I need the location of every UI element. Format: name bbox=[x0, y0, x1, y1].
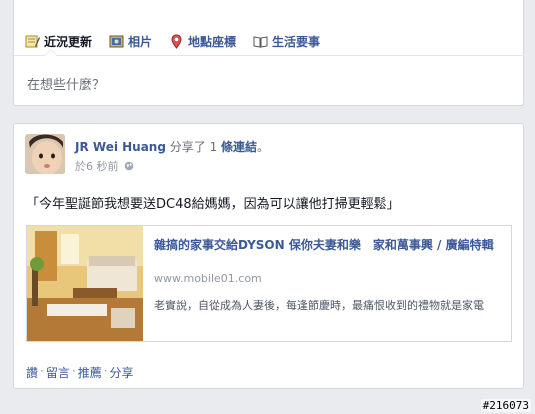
post-meta: 於 6 秒前 bbox=[75, 158, 134, 174]
recommend-link[interactable]: 推薦 bbox=[78, 364, 102, 381]
globe-icon[interactable] bbox=[124, 161, 134, 171]
share-link[interactable]: 分享 bbox=[110, 364, 134, 381]
tab-photo-label: 相片 bbox=[128, 35, 153, 49]
location-pin-icon bbox=[171, 34, 182, 49]
link-description: 老實說，自從成為人妻後，每逢節慶時，最痛恨收到的禮物就是家電 bbox=[154, 299, 484, 312]
timestamp[interactable]: 6 秒前 bbox=[86, 158, 119, 174]
post-card: JR Wei Huang 分享了 1 條連結。 於 6 秒前 「今年聖誕節我想要… bbox=[13, 123, 524, 389]
post-header: JR Wei Huang 分享了 1 條連結。 bbox=[75, 138, 269, 155]
action-separator: · bbox=[103, 364, 108, 378]
author-name[interactable]: JR Wei Huang bbox=[75, 140, 166, 154]
tab-life-event-label: 生活要事 bbox=[272, 35, 321, 49]
book-icon bbox=[253, 36, 268, 48]
shared-link-word[interactable]: 條連結 bbox=[221, 140, 257, 154]
tab-location-label: 地點座標 bbox=[188, 35, 237, 49]
photo-icon bbox=[109, 35, 124, 48]
living-room-image bbox=[27, 226, 143, 341]
tab-divider bbox=[14, 55, 525, 56]
link-title[interactable]: 雜搞的家事交給DYSON 保你夫妻和樂 家和萬事興 / 廣編特輯 bbox=[154, 238, 504, 253]
composer-input[interactable]: 在想些什麼？ bbox=[27, 74, 105, 93]
status-icon bbox=[25, 35, 40, 48]
avatar-image bbox=[25, 134, 65, 174]
tab-life-event[interactable]: 生活要事 bbox=[253, 27, 320, 56]
tab-status-update-label: 近況更新 bbox=[44, 35, 93, 49]
tab-status-update[interactable]: 近況更新 bbox=[25, 27, 92, 56]
link-thumbnail[interactable] bbox=[27, 226, 143, 341]
link-preview[interactable]: 雜搞的家事交給DYSON 保你夫妻和樂 家和萬事興 / 廣編特輯 www.mob… bbox=[26, 225, 512, 342]
active-tab-pointer bbox=[44, 49, 58, 56]
action-separator: · bbox=[71, 364, 76, 378]
comment-link[interactable]: 留言 bbox=[46, 364, 70, 381]
tab-location[interactable]: 地點座標 bbox=[169, 27, 236, 56]
timestamp-prefix: 於 bbox=[75, 160, 86, 173]
post-text: 「今年聖誕節我想要送DC48給媽媽，因為可以讓他打掃更輕鬆」 bbox=[26, 197, 400, 212]
post-actions: 讚 · 留言 · 推薦 · 分享 bbox=[26, 364, 134, 381]
like-link[interactable]: 讚 bbox=[26, 364, 38, 381]
action-separator: · bbox=[40, 364, 44, 378]
post-action-text: 分享了 1 bbox=[165, 140, 222, 154]
composer-card: 近況更新 相片 地點座標 生活要事 在想些什麼？ bbox=[13, 0, 525, 106]
avatar[interactable] bbox=[25, 134, 65, 174]
tab-photo[interactable]: 相片 bbox=[109, 27, 152, 56]
link-domain: www.mobile01.com bbox=[154, 272, 262, 285]
watermark: #216073 bbox=[480, 399, 531, 412]
composer-tabs: 近況更新 相片 地點座標 生活要事 bbox=[14, 27, 523, 56]
post-action-end: 。 bbox=[257, 140, 270, 154]
